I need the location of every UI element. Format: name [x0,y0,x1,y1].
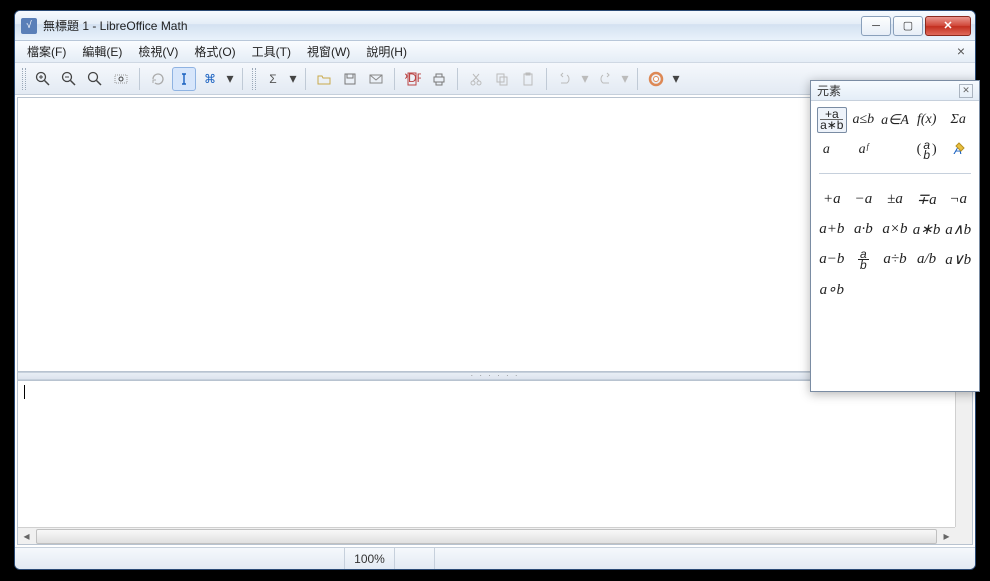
redo-button[interactable] [593,67,617,91]
op-a-or-b[interactable]: a∨b [943,246,973,272]
category-set-operations[interactable]: a∈A [880,107,910,133]
menu-format[interactable]: 格式(O) [186,41,243,62]
menu-file[interactable]: 檔案(F) [19,41,74,62]
menu-edit[interactable]: 編輯(E) [74,41,130,62]
op-neg-a[interactable]: ¬a [943,186,973,212]
op-a-minus-b[interactable]: a−b [817,246,847,272]
op-minus-a[interactable]: −a [849,186,879,212]
toolbar-grip[interactable] [252,68,256,90]
elements-panel-titlebar[interactable]: 元素 ✕ [811,81,979,101]
editor-scrollbar-vertical[interactable] [955,381,972,527]
scroll-right-icon[interactable]: ▸ [938,528,955,545]
panel-separator [819,173,971,174]
menu-tools[interactable]: 工具(T) [244,41,299,62]
cut-button[interactable] [464,67,488,91]
mail-button[interactable] [364,67,388,91]
op-a-div-b[interactable]: a÷b [880,246,910,272]
text-cursor [24,385,25,399]
category-empty [880,137,910,163]
menu-help[interactable]: 說明(H) [358,41,415,62]
help-button[interactable] [644,67,668,91]
undo-dropdown[interactable]: ▾ [579,67,591,91]
svg-text:PDF: PDF [405,71,421,85]
elements-button[interactable]: ⌘ [198,67,222,91]
update-button[interactable] [146,67,170,91]
op-a-ast-b[interactable]: a∗b [912,216,942,242]
zoom-in-button[interactable] [31,67,55,91]
scroll-corner [955,527,972,544]
category-attributes[interactable]: a⃗ [817,137,847,163]
op-a-cdot-b[interactable]: a·b [849,216,879,242]
svg-text:⌘: ⌘ [204,72,216,86]
zoom-100-button[interactable] [83,67,107,91]
scroll-thumb[interactable] [36,529,937,544]
app-icon: √ [21,18,37,34]
menubar: 檔案(F) 編輯(E) 檢視(V) 格式(O) 工具(T) 視窗(W) 說明(H… [15,41,975,63]
editor-scrollbar-horizontal[interactable]: ◂ ▸ [18,527,955,544]
menu-window[interactable]: 視窗(W) [299,41,358,62]
toolbar-separator [457,68,458,90]
close-document-button[interactable]: × [953,44,969,60]
titlebar[interactable]: √ 無標題 1 - LibreOffice Math ─ ▢ ✕ [15,11,975,41]
minimize-button[interactable]: ─ [861,16,891,36]
toolbar-separator [394,68,395,90]
op-plusminus-a[interactable]: ±a [880,186,910,212]
save-button[interactable] [338,67,362,91]
undo-button[interactable] [553,67,577,91]
open-button[interactable] [312,67,336,91]
category-formats[interactable]: A [943,137,973,163]
svg-text:Σ: Σ [269,72,276,86]
op-a-circ-b[interactable]: a∘b [817,276,847,302]
menu-view[interactable]: 檢視(V) [130,41,186,62]
toolbar-grip[interactable] [22,68,26,90]
symbols-dropdown[interactable]: ▾ [287,67,299,91]
toolbar-separator [139,68,140,90]
maximize-button[interactable]: ▢ [893,16,923,36]
zoom-out-button[interactable] [57,67,81,91]
op-minusplus-a[interactable]: ∓a [912,186,942,212]
category-others[interactable]: aᶠ [849,137,879,163]
op-a-times-b[interactable]: a×b [880,216,910,242]
toolbar-separator [546,68,547,90]
op-a-plus-b[interactable]: a+b [817,216,847,242]
op-a-and-b[interactable]: a∧b [943,216,973,242]
elements-panel[interactable]: 元素 ✕ +a a∗b a≤b a∈A f(x) Σa a⃗ aᶠ (ab) A… [810,80,980,392]
print-button[interactable] [427,67,451,91]
statusbar: 100% [15,547,975,569]
export-pdf-button[interactable]: PDF [401,67,425,91]
toolbar-separator [305,68,306,90]
close-button[interactable]: ✕ [925,16,971,36]
toolbar-overflow[interactable]: ▾ [670,67,682,91]
formula-cursor-button[interactable] [172,67,196,91]
status-cell-left [15,548,345,569]
toolbar-separator [242,68,243,90]
redo-dropdown[interactable]: ▾ [619,67,631,91]
scroll-left-icon[interactable]: ◂ [18,528,35,545]
window-title: 無標題 1 - LibreOffice Math [43,17,861,34]
zoom-fit-button[interactable] [109,67,133,91]
category-unary-binary[interactable]: +a a∗b [817,107,847,133]
op-a-over-b[interactable]: ab [849,246,879,272]
status-zoom[interactable]: 100% [345,548,395,569]
formula-editor[interactable]: ◂ ▸ [18,380,972,544]
elements-panel-close-button[interactable]: ✕ [959,84,973,98]
toolbar-separator [637,68,638,90]
symbols-button[interactable]: Σ [261,67,285,91]
category-relations[interactable]: a≤b [849,107,879,133]
toolbar-dropdown[interactable]: ▾ [224,67,236,91]
elements-panel-title: 元素 [817,82,841,99]
status-cell-right [395,548,435,569]
elements-panel-body: +a a∗b a≤b a∈A f(x) Σa a⃗ aᶠ (ab) A +a −… [811,101,979,391]
paste-button[interactable] [516,67,540,91]
copy-button[interactable] [490,67,514,91]
category-operators[interactable]: Σa [943,107,973,133]
op-a-slash-b[interactable]: a/b [912,246,942,272]
op-plus-a[interactable]: +a [817,186,847,212]
category-functions[interactable]: f(x) [912,107,942,133]
category-brackets[interactable]: (ab) [912,137,942,163]
